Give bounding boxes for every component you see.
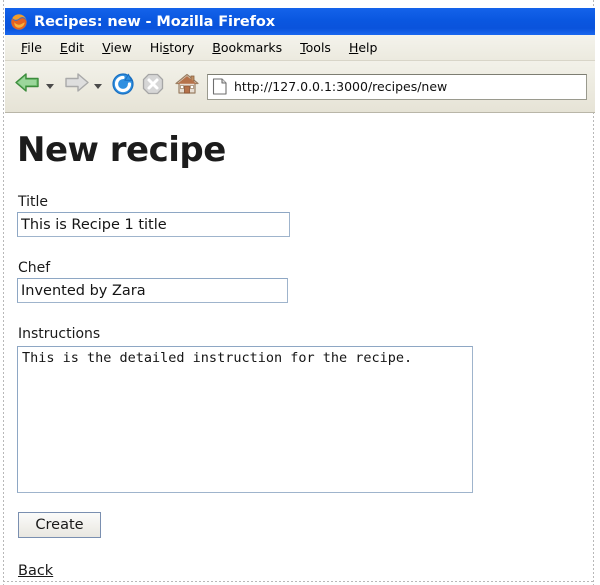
title-input[interactable] bbox=[17, 212, 290, 237]
menu-item-bookmarks[interactable]: Bookmarks bbox=[203, 40, 291, 55]
label-instructions: Instructions bbox=[18, 326, 101, 342]
menu-item-view[interactable]: View bbox=[93, 40, 141, 55]
page-title: New recipe bbox=[17, 130, 226, 170]
menu-item-edit[interactable]: Edit bbox=[51, 40, 93, 55]
back-button[interactable] bbox=[13, 67, 43, 107]
label-title: Title bbox=[18, 194, 49, 210]
page-border-left bbox=[3, 0, 4, 585]
back-dropdown-chevron-down-icon[interactable] bbox=[46, 84, 54, 89]
navigation-toolbar: http://127.0.0.1:3000/recipes/new bbox=[5, 61, 595, 113]
back-arrow-icon bbox=[13, 71, 43, 102]
back-link[interactable]: Back bbox=[18, 563, 53, 579]
url-text: http://127.0.0.1:3000/recipes/new bbox=[234, 79, 448, 94]
stop-button bbox=[140, 67, 166, 107]
title-bar: Recipes: new - Mozilla Firefox bbox=[5, 8, 595, 35]
firefox-logo-icon bbox=[10, 13, 28, 31]
browser-window: Recipes: new - Mozilla Firefox File Edit… bbox=[0, 0, 600, 585]
menu-item-history[interactable]: History bbox=[141, 40, 203, 55]
instructions-textarea[interactable] bbox=[17, 346, 473, 493]
menu-item-file[interactable]: File bbox=[12, 40, 51, 55]
window-title: Recipes: new - Mozilla Firefox bbox=[34, 13, 275, 30]
reload-icon bbox=[110, 71, 136, 102]
page-border-bottom bbox=[3, 581, 594, 582]
label-chef: Chef bbox=[18, 260, 51, 276]
menu-bar: File Edit View History Bookmarks Tools H… bbox=[5, 35, 595, 61]
menu-item-help[interactable]: Help bbox=[340, 40, 387, 55]
home-button[interactable] bbox=[173, 67, 201, 107]
create-button[interactable]: Create bbox=[18, 512, 101, 538]
page-document-icon bbox=[212, 78, 228, 95]
forward-button bbox=[61, 67, 91, 107]
home-icon bbox=[173, 71, 201, 102]
url-bar[interactable]: http://127.0.0.1:3000/recipes/new bbox=[207, 73, 587, 100]
page-content: New recipe Title Chef Instructions Creat… bbox=[5, 114, 593, 580]
forward-dropdown-chevron-down-icon[interactable] bbox=[94, 84, 102, 89]
chef-input[interactable] bbox=[17, 278, 288, 303]
stop-icon bbox=[140, 71, 166, 102]
reload-button[interactable] bbox=[110, 67, 136, 107]
menu-item-tools[interactable]: Tools bbox=[291, 40, 340, 55]
forward-arrow-icon bbox=[61, 71, 91, 102]
